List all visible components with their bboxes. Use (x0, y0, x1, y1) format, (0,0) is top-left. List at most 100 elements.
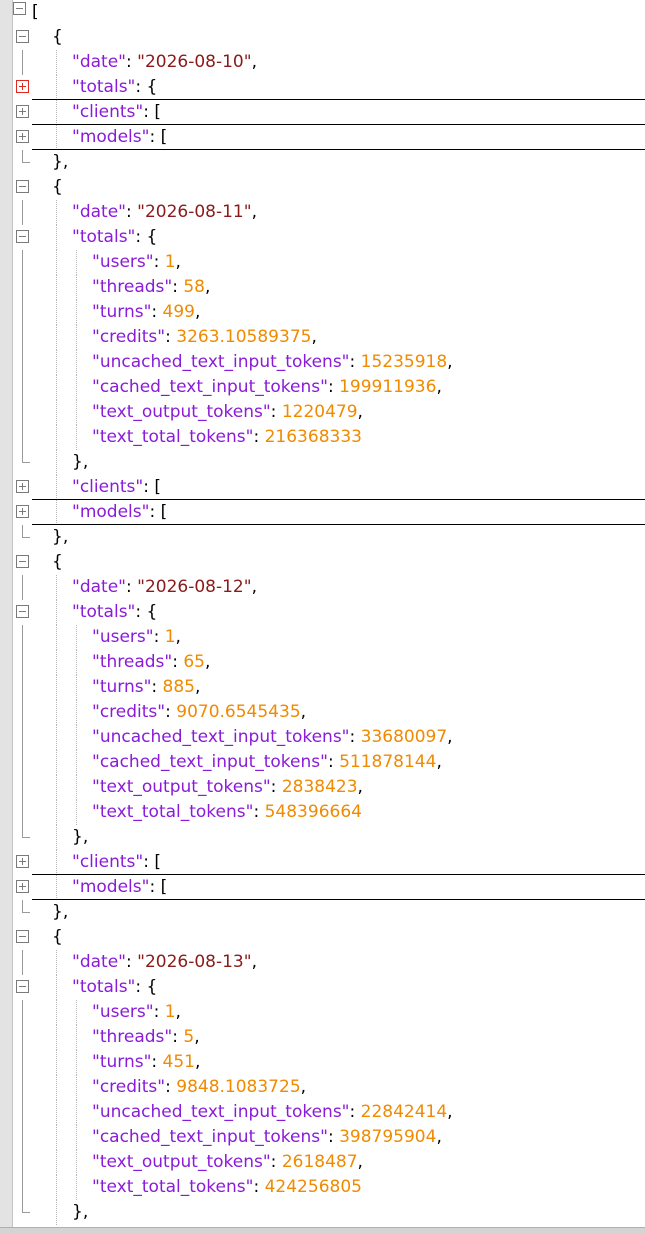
indent-guide (56, 625, 57, 650)
line-date: "date": "2026-08-12", (0, 575, 645, 600)
indent-guide (56, 1125, 57, 1150)
code-text: "credits": 3263.10589375, (92, 325, 317, 350)
json-brace: }, (52, 527, 69, 547)
json-key: "cached_text_input_tokens" (92, 377, 328, 397)
json-colon: : (135, 602, 147, 622)
indent-guide (76, 250, 77, 275)
collapse-fold-icon[interactable] (16, 30, 29, 43)
json-comma: , (251, 52, 257, 72)
json-colon: : (149, 127, 161, 147)
indent-guide (56, 200, 57, 225)
expand-fold-icon[interactable] (16, 855, 29, 868)
json-comma: , (300, 1077, 307, 1097)
fold-tree-line (22, 725, 23, 750)
json-number-value: 398795904 (339, 1127, 437, 1147)
indent-guide (56, 975, 57, 1000)
code-text: "date": "2026-08-12", (72, 575, 257, 600)
indent-guide (56, 125, 57, 150)
code-text: "totals": { (72, 975, 157, 1000)
indent-guide (56, 375, 57, 400)
indent-guide (76, 1100, 77, 1125)
json-bracket: [ (160, 877, 168, 897)
horizontal-scrollbar[interactable] (0, 1227, 645, 1233)
indent-guide (76, 725, 77, 750)
collapse-fold-icon[interactable] (16, 930, 29, 943)
code-text: "totals": { (72, 600, 157, 625)
indent-guide (56, 575, 57, 600)
expand-fold-icon[interactable] (16, 130, 29, 143)
json-brace: }, (72, 827, 89, 847)
json-colon: : (253, 1177, 265, 1197)
line-models-collapsed: "models": [ (0, 125, 645, 150)
line-models-collapsed: "models": [ (0, 500, 645, 525)
expand-fold-icon[interactable] (16, 880, 29, 893)
line-total-cached_text_input_tokens: "cached_text_input_tokens": 199911936, (0, 375, 645, 400)
collapse-fold-icon[interactable] (16, 605, 29, 618)
line-total-turns: "turns": 499, (0, 300, 645, 325)
json-colon: : (327, 377, 340, 397)
indent-guide (56, 325, 57, 350)
json-key: "turns" (92, 302, 152, 322)
json-key: "credits" (92, 702, 166, 722)
indent-guide (56, 825, 57, 850)
json-number-value: 424256805 (264, 1177, 362, 1197)
json-comma: , (357, 402, 363, 422)
json-brace: { (146, 77, 158, 97)
line-total-credits: "credits": 9070.6545435, (0, 700, 645, 725)
collapse-fold-icon[interactable] (16, 180, 29, 193)
json-key: "models" (72, 127, 150, 147)
json-number-value: 9848.1083725 (176, 1077, 301, 1097)
indent-guide (56, 350, 57, 375)
expand-fold-icon[interactable] (16, 505, 29, 518)
line-totals-open: "totals": { (0, 600, 645, 625)
indent-guide (76, 425, 77, 450)
code-text: }, (52, 150, 68, 175)
indent-guide (76, 1025, 77, 1050)
json-brace: { (146, 602, 158, 622)
expand-fold-icon[interactable] (16, 105, 29, 118)
indent-guide (56, 50, 57, 75)
code-text: { (52, 25, 63, 50)
code-text: "cached_text_input_tokens": 511878144, (92, 750, 442, 775)
json-colon: : (253, 427, 265, 447)
line-date: "date": "2026-08-11", (0, 200, 645, 225)
code-text: { (52, 925, 63, 950)
code-text: "text_output_tokens": 1220479, (92, 400, 363, 425)
fold-tree-line (22, 350, 23, 375)
json-colon: : (151, 1052, 163, 1072)
json-colon: : (153, 1002, 165, 1022)
collapse-fold-icon[interactable] (16, 230, 29, 243)
indent-guide (56, 75, 57, 100)
json-key: "date" (72, 202, 126, 222)
collapse-fold-icon[interactable] (13, 2, 26, 15)
json-colon: : (270, 777, 282, 797)
indent-guide (56, 275, 57, 300)
json-key: "users" (92, 627, 154, 647)
code-text: "clients": [ (72, 850, 161, 875)
json-key: "totals" (72, 227, 136, 247)
fold-tree-line (22, 1125, 23, 1150)
indent-guide (76, 400, 77, 425)
json-colon: : (149, 877, 161, 897)
code-text: "clients": [ (72, 100, 161, 125)
indent-guide (76, 700, 77, 725)
collapse-fold-icon[interactable] (16, 555, 29, 568)
expand-fold-icon[interactable] (16, 480, 29, 493)
json-colon: : (125, 952, 138, 972)
expand-fold-icon[interactable] (16, 80, 29, 93)
indent-guide (56, 1025, 57, 1050)
collapse-fold-icon[interactable] (16, 980, 29, 993)
json-key: "uncached_text_input_tokens" (92, 1102, 350, 1122)
line-total-turns: "turns": 885, (0, 675, 645, 700)
json-brace: }, (52, 152, 69, 172)
indent-guide (76, 1175, 77, 1200)
line-models-collapsed: "models": [ (0, 875, 645, 900)
code-text: "text_total_tokens": 424256805 (92, 1175, 362, 1200)
json-editor[interactable]: [{"date": "2026-08-10", "totals": {"clien… (0, 0, 645, 1233)
line-record-open: { (0, 550, 645, 575)
indent-guide (56, 1200, 57, 1225)
json-brace: { (52, 27, 63, 47)
json-colon: : (172, 277, 184, 297)
indent-guide (76, 300, 77, 325)
json-brace: { (52, 552, 63, 572)
